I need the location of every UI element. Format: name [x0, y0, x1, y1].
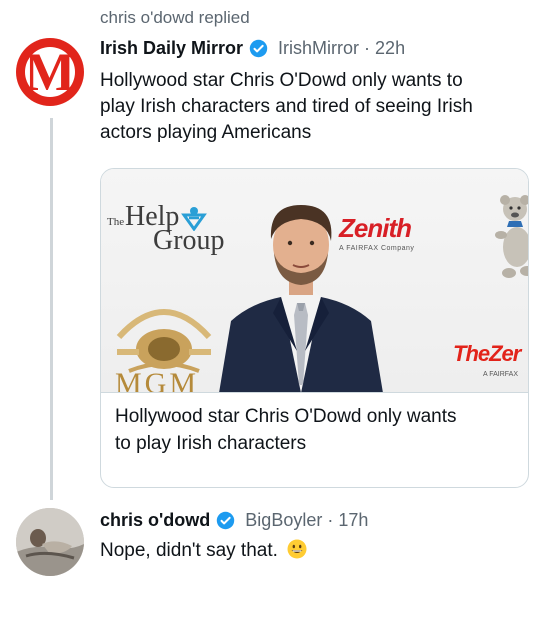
- author-handle[interactable]: IrishMirror: [278, 38, 359, 59]
- reclining-figure-avatar-icon: [16, 508, 84, 576]
- thezenith-logo-subtitle: A FAIRFAX: [483, 371, 519, 378]
- card-image: The Help Group Zenith A FAIRFAX Company: [101, 169, 528, 393]
- tweet-text: Hollywood star Chris O'Dowd only wants t…: [100, 68, 530, 146]
- separator-dot: ·: [364, 38, 371, 58]
- card-title-line: Hollywood star Chris O'Dowd only wants: [115, 406, 457, 427]
- mgm-wordmark: MGM: [115, 367, 200, 393]
- help-group-mark-icon: [181, 207, 207, 231]
- irish-mirror-avatar[interactable]: M: [16, 38, 84, 106]
- reply-text-content: Nope, didn't say that.: [100, 540, 278, 561]
- card-title: Hollywood star Chris O'Dowd only wants t…: [115, 403, 515, 457]
- separator-dot: ·: [327, 510, 334, 530]
- avatar-logo-letter: M: [24, 42, 76, 102]
- tweet-text-line: Hollywood star Chris O'Dowd only wants t…: [100, 70, 463, 91]
- grinning-face-icon: [287, 539, 307, 559]
- tweet-header: Irish Daily Mirror IrishMirror · 22h: [100, 38, 405, 59]
- thread-connector-line: [50, 118, 53, 500]
- person-photo: [219, 205, 383, 392]
- card-title-line: to play Irish characters: [115, 433, 307, 454]
- bear-mascot-icon: [495, 195, 528, 278]
- reply-header: chris o'dowd BigBoyler · 17h: [100, 510, 368, 531]
- tweet-text-line: actors playing Americans: [100, 122, 312, 143]
- reply-author-handle[interactable]: BigBoyler: [245, 510, 322, 531]
- reply-text: Nope, didn't say that.: [100, 538, 530, 564]
- reply-context-label: chris o'dowd replied: [100, 8, 250, 27]
- help-logo-the: The: [107, 216, 125, 228]
- mgm-lion-crest-icon: [116, 309, 212, 373]
- tweet-text-line: play Irish characters and tired of seein…: [100, 96, 473, 117]
- verified-badge-icon: [217, 511, 235, 530]
- mgm-logo: MGM: [109, 297, 219, 393]
- tweet-timestamp[interactable]: 22h: [375, 38, 405, 59]
- reply-timestamp[interactable]: 17h: [338, 510, 368, 531]
- thezenith-logo: TheZer: [453, 341, 521, 366]
- link-preview-card[interactable]: The Help Group Zenith A FAIRFAX Company: [100, 168, 529, 488]
- reply-author-name[interactable]: chris o'dowd: [100, 510, 210, 531]
- chris-odowd-avatar[interactable]: [16, 508, 84, 576]
- author-name[interactable]: Irish Daily Mirror: [100, 38, 243, 59]
- verified-badge-icon: [249, 39, 268, 58]
